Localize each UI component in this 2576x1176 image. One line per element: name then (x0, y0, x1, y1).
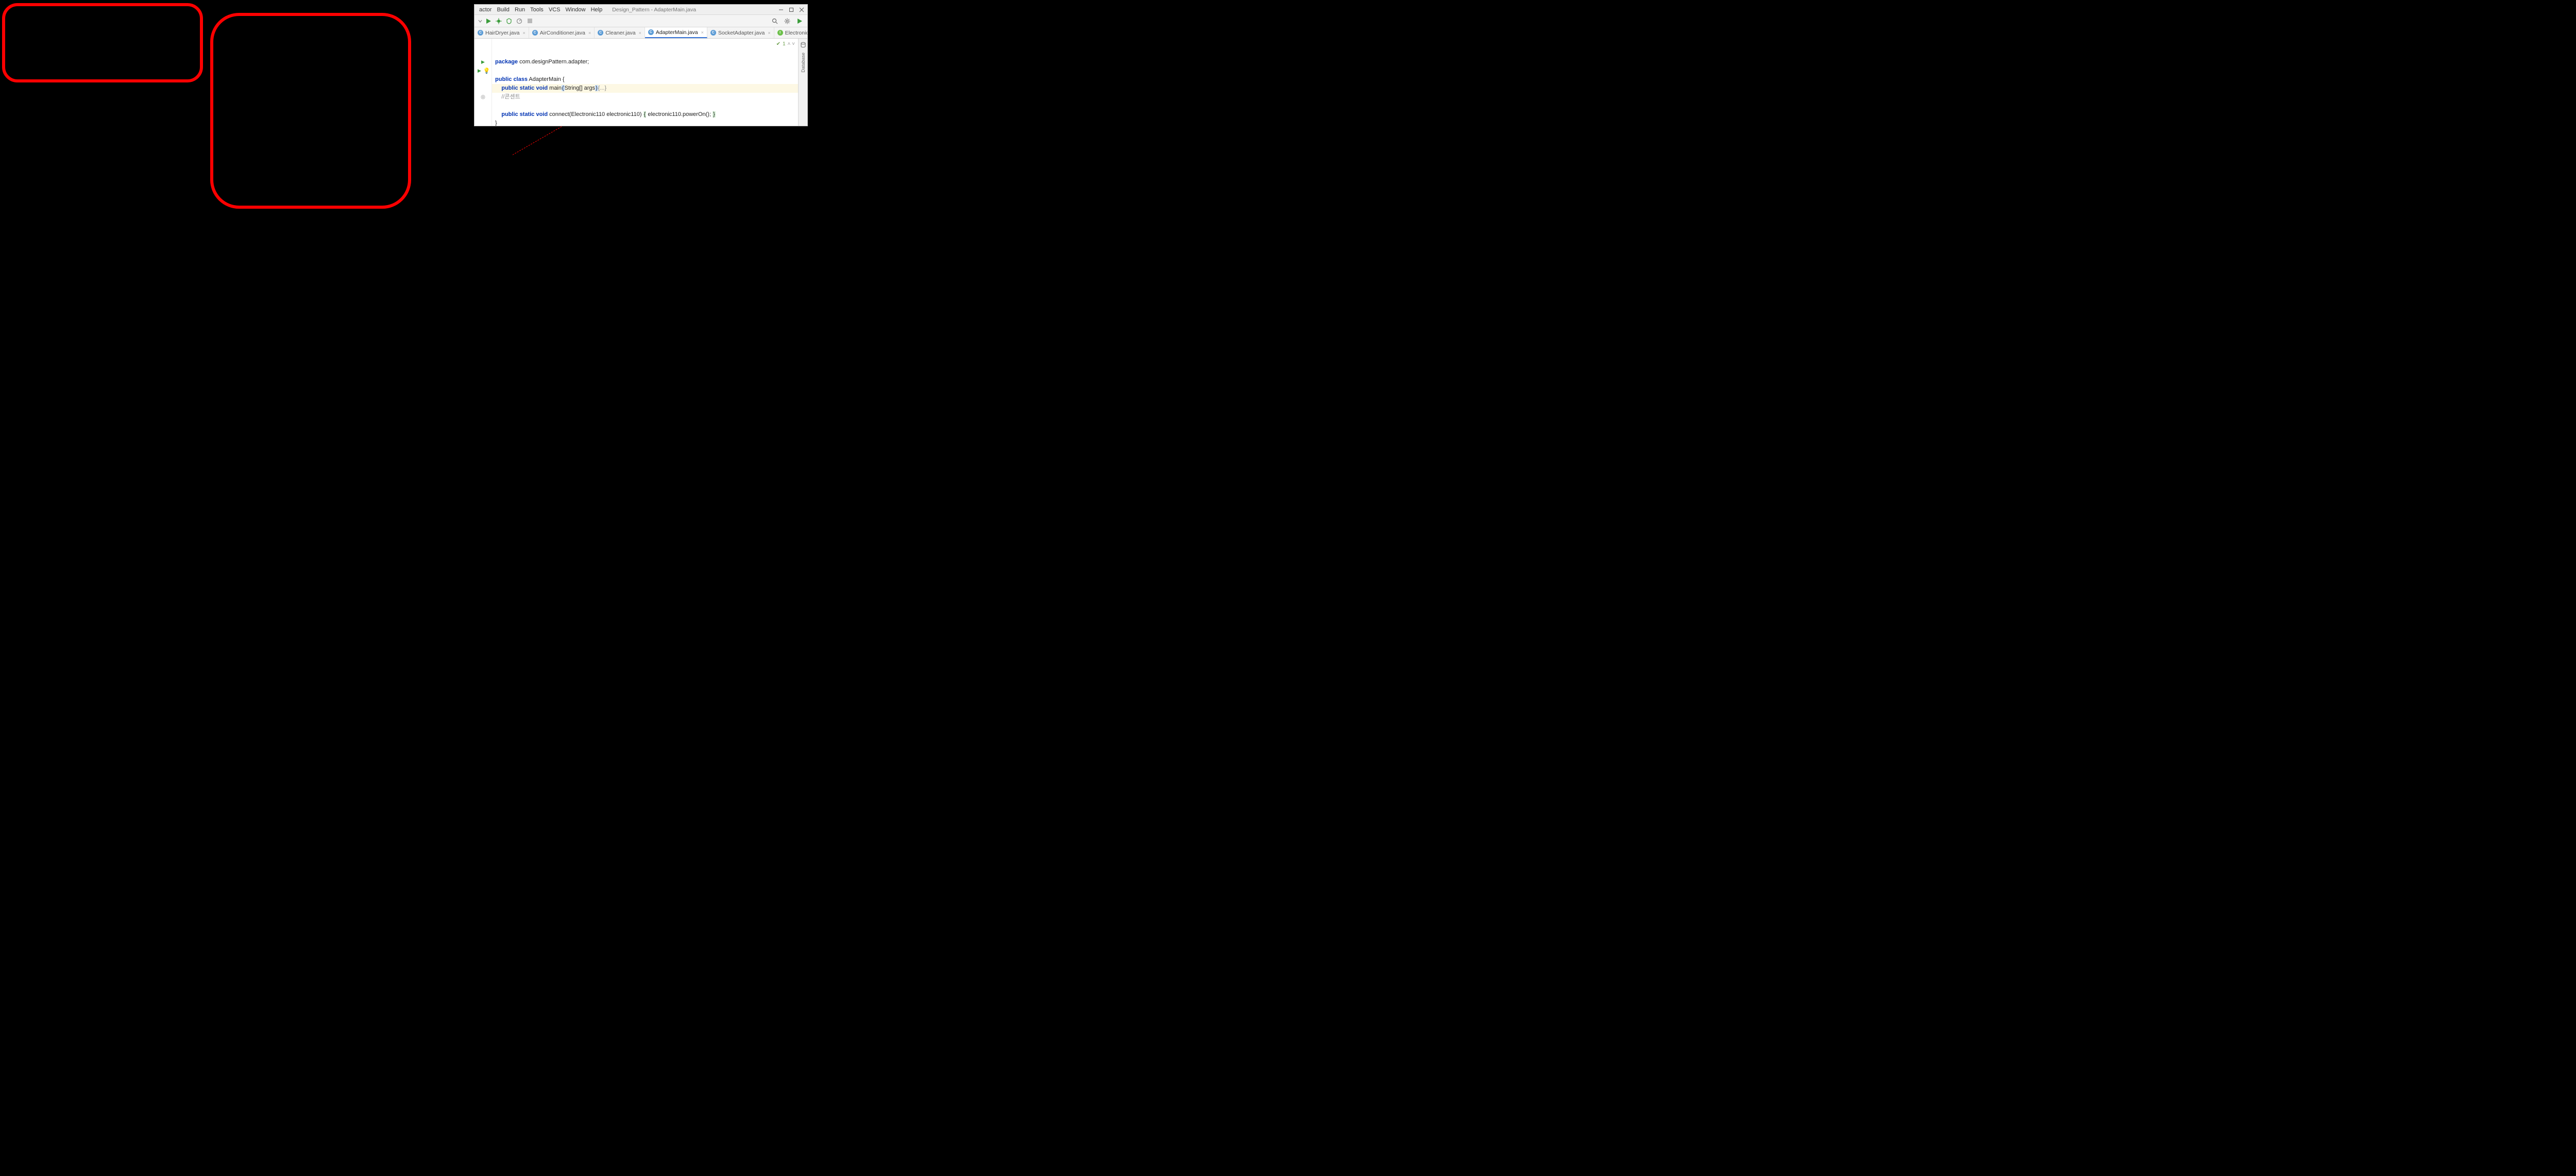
inspection-count: 1 (783, 40, 786, 48)
minimize-button[interactable] (777, 6, 785, 13)
code-line: } (495, 120, 497, 126)
class-icon: C (478, 30, 483, 36)
menu-run[interactable]: Run (512, 7, 528, 13)
code-line: package com.designPattern.adapter; (495, 59, 589, 65)
annotation-rect-2 (210, 13, 411, 209)
chevron-down-icon[interactable] (478, 16, 483, 26)
tab-adaptermain[interactable]: C AdapterMain.java × (645, 27, 707, 38)
code-line (495, 68, 497, 74)
code-line: public class AdapterMain { (495, 76, 565, 82)
run-gutter-icon[interactable]: ▶ (474, 58, 492, 66)
close-icon[interactable]: × (523, 30, 526, 36)
profile-button[interactable] (515, 16, 524, 26)
run-anything-button[interactable] (795, 16, 804, 26)
tab-label: AdapterMain.java (656, 29, 698, 36)
code-line (495, 103, 497, 109)
search-icon[interactable] (770, 16, 779, 26)
menu-tools[interactable]: Tools (528, 7, 546, 13)
database-icon[interactable] (800, 42, 806, 49)
up-down-icon: ˄ ˅ (788, 40, 795, 48)
editor: ▶ ▶ 💡 ◎ ✔ 1 ˄ ˅ package com.designPatter… (474, 39, 807, 126)
tab-label: AirConditioner.java (540, 30, 585, 36)
run-button[interactable] (484, 16, 493, 26)
close-icon[interactable]: × (701, 30, 704, 35)
menu-bar: actor Build Run Tools VCS Window Help De… (474, 5, 807, 15)
tab-label: SocketAdapter.java (718, 30, 765, 36)
class-icon: C (532, 30, 538, 36)
tab-airconditioner[interactable]: C AirConditioner.java × (529, 27, 595, 38)
close-button[interactable] (798, 6, 805, 13)
canvas: actor Build Run Tools VCS Window Help De… (0, 0, 809, 322)
tab-cleaner[interactable]: C Cleaner.java × (595, 27, 645, 38)
close-icon[interactable]: × (639, 30, 641, 36)
code-line: public static void connect(Electronic110… (495, 111, 716, 117)
class-icon: C (710, 30, 716, 36)
tab-label: Electronic110 (785, 30, 807, 36)
tab-socketadapter[interactable]: C SocketAdapter.java × (707, 27, 774, 38)
menu-build[interactable]: Build (494, 7, 512, 13)
code-line-highlighted: public static void main(String[] args){.… (492, 84, 798, 93)
close-icon[interactable]: × (588, 30, 591, 36)
menu-refactor[interactable]: actor (477, 7, 494, 13)
tab-label: Cleaner.java (605, 30, 635, 36)
toolbar (474, 15, 807, 27)
tab-hairdryer[interactable]: C HairDryer.java × (474, 27, 529, 38)
menu-help[interactable]: Help (588, 7, 605, 13)
ide-window: actor Build Run Tools VCS Window Help De… (474, 4, 808, 126)
debug-button[interactable] (494, 16, 503, 26)
annotation-rect-1 (2, 3, 203, 82)
class-icon: C (598, 30, 603, 36)
menu-items: actor Build Run Tools VCS Window Help (477, 7, 605, 13)
close-icon[interactable]: × (768, 30, 770, 36)
annotation-line (513, 124, 566, 155)
window-title: Design_Pattern - AdapterMain.java (605, 7, 777, 13)
database-toolwindow-label[interactable]: Database (801, 53, 806, 73)
code-area[interactable]: ✔ 1 ˄ ˅ package com.designPattern.adapte… (492, 39, 798, 126)
gutter: ▶ ▶ 💡 ◎ (474, 39, 492, 126)
check-icon: ✔ (776, 40, 781, 48)
tab-electronic110[interactable]: I Electronic110 (774, 27, 807, 38)
inspection-widget[interactable]: ✔ 1 ˄ ˅ (776, 40, 795, 48)
class-icon: C (648, 29, 654, 35)
override-gutter-icon[interactable]: ◎ (474, 93, 492, 102)
gear-icon[interactable] (783, 16, 792, 26)
interface-icon: I (777, 30, 783, 36)
window-controls (777, 6, 805, 13)
coverage-button[interactable] (504, 16, 514, 26)
menu-window[interactable]: Window (563, 7, 588, 13)
menu-vcs[interactable]: VCS (546, 7, 563, 13)
stop-button[interactable] (525, 16, 534, 26)
tab-label: HairDryer.java (485, 30, 520, 36)
right-tool-stripe: Database (798, 39, 807, 126)
maximize-button[interactable] (788, 6, 795, 13)
editor-tabs: C HairDryer.java × C AirConditioner.java… (474, 27, 807, 39)
code-line: //콘센트 (495, 94, 520, 100)
